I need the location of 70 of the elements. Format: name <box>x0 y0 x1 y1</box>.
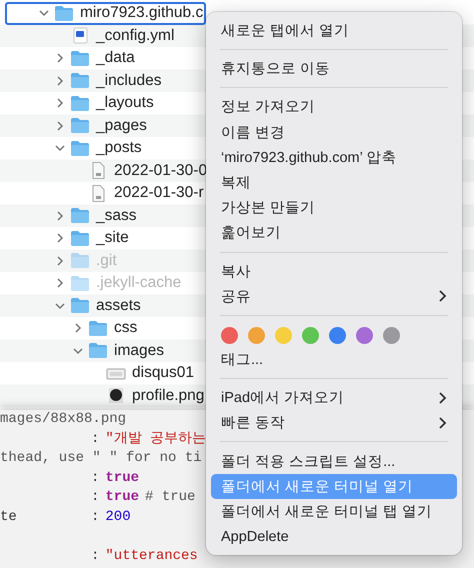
code-text: # true <box>145 488 196 507</box>
folder-icon <box>70 207 90 224</box>
tag-color-dot[interactable] <box>248 326 265 344</box>
menu-item[interactable]: 태그... <box>211 346 457 372</box>
image-file-icon <box>106 387 126 404</box>
file-row[interactable]: miro7923.github.c <box>5 2 206 24</box>
file-row[interactable]: _data <box>0 47 206 70</box>
menu-item[interactable]: 휴지통으로 이동 <box>211 56 457 82</box>
menu-item[interactable]: 빠른 동작 <box>211 410 457 436</box>
menu-item[interactable]: 이름 변경 <box>211 120 457 145</box>
code-text: 200 <box>105 508 131 526</box>
folder-icon <box>88 342 108 360</box>
code-text: true <box>105 488 140 507</box>
menu-item[interactable]: 정보 가져오기 <box>211 94 457 120</box>
folder-icon <box>70 297 90 314</box>
folder-icon <box>70 94 90 112</box>
code-text: : <box>91 430 100 448</box>
folder-icon <box>54 4 74 22</box>
code-text: : <box>91 546 100 566</box>
folder-icon <box>70 230 90 247</box>
tag-color-dot[interactable] <box>329 326 346 344</box>
file-row[interactable]: _config.yml <box>0 24 206 47</box>
file-row[interactable]: 2022-01-30-0 <box>0 160 206 182</box>
submenu-chevron-icon <box>438 392 447 404</box>
code-text: true <box>105 468 140 488</box>
menu-item[interactable]: 가상본 만들기 <box>211 195 457 220</box>
folder-icon <box>70 117 90 134</box>
file-row[interactable]: _site <box>0 227 206 250</box>
file-row[interactable]: css <box>0 317 206 340</box>
file-row[interactable]: _includes <box>0 70 206 92</box>
menu-item[interactable]: 새로운 탭에서 열기 <box>211 18 457 44</box>
code-text: : <box>91 508 100 526</box>
file-row[interactable]: _pages <box>0 114 206 137</box>
tag-color-dot[interactable] <box>302 326 319 344</box>
menu-item[interactable]: iPad에서 가져오기 <box>211 385 457 410</box>
file-row[interactable]: _layouts <box>0 92 206 114</box>
tag-color-dot[interactable] <box>275 326 292 344</box>
folder-icon <box>70 140 90 157</box>
menu-item[interactable]: AppDelete <box>211 524 457 550</box>
menu-item[interactable]: 훑어보기 <box>211 220 457 246</box>
code-text: "utterances <box>105 546 198 566</box>
code-text: te <box>0 508 18 526</box>
menu-item[interactable]: 폴더에서 새로운 터미널 탭 열기 <box>211 498 457 524</box>
menu-item[interactable]: 공유 <box>211 284 457 309</box>
tag-color-dot[interactable] <box>221 326 238 344</box>
code-text: thead, use " " for no ti <box>0 449 202 468</box>
code-text: "개발 공부하는 <box>105 430 206 448</box>
folder-icon <box>70 274 90 292</box>
folder-icon <box>70 72 90 90</box>
file-row[interactable]: assets <box>0 294 206 317</box>
file-row[interactable]: images <box>0 340 206 362</box>
submenu-chevron-icon <box>438 290 447 302</box>
file-row[interactable]: _sass <box>0 204 206 227</box>
tag-color-dot[interactable] <box>383 326 400 344</box>
folder-icon <box>70 50 90 67</box>
file-row[interactable]: 2022-01-30-r <box>0 182 206 204</box>
tag-color-dot[interactable] <box>356 326 373 344</box>
folder-icon <box>70 252 90 270</box>
code-text: mages/88x88.png <box>0 410 126 429</box>
menu-item[interactable]: 복제 <box>211 170 457 196</box>
file-row[interactable]: profile.png <box>0 384 206 407</box>
submenu-chevron-icon <box>438 416 447 429</box>
menu-item[interactable]: 폴더 적용 스크립트 설정... <box>211 448 457 474</box>
menu-item[interactable]: 복사 <box>211 258 457 284</box>
code-text: : <box>91 488 100 507</box>
menu-item[interactable]: ‘miro7923.github.com’ 압축 <box>211 144 457 170</box>
code-text: : <box>91 468 100 488</box>
file-row[interactable]: disqus01 <box>0 362 206 384</box>
folder-icon <box>88 320 108 337</box>
file-row[interactable]: _posts <box>0 137 206 160</box>
